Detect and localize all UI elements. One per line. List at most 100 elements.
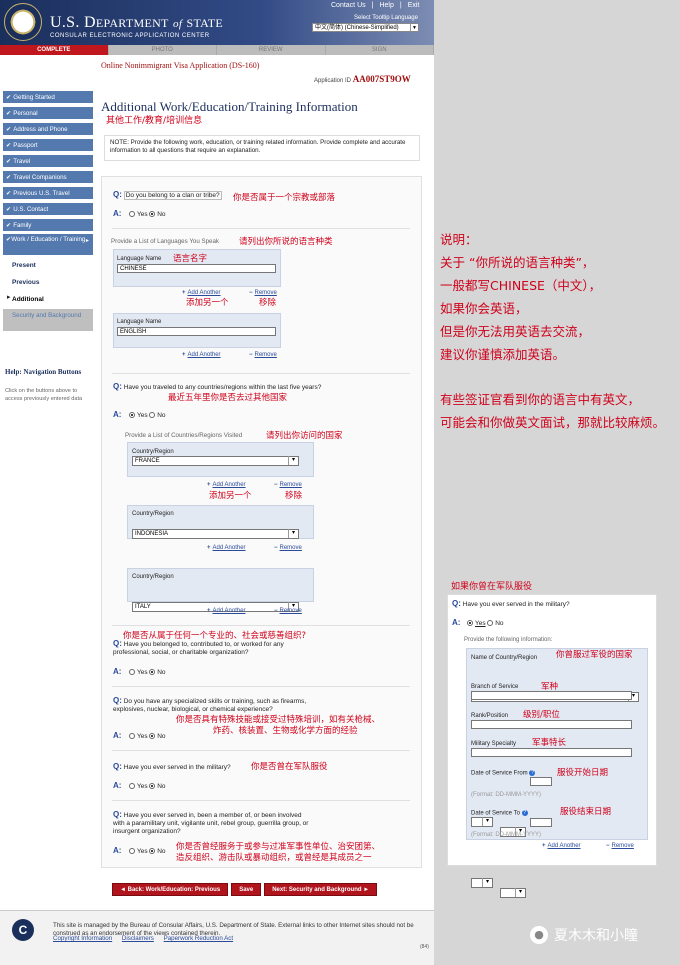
- to-month-select[interactable]: [500, 888, 526, 898]
- rank-input[interactable]: [471, 720, 632, 729]
- radio-yes[interactable]: [129, 669, 136, 676]
- contact-us-link[interactable]: Contact Us: [331, 2, 366, 9]
- paperwork-link[interactable]: Paperwork Reduction Act: [164, 935, 233, 942]
- remove-country[interactable]: − Remove: [274, 545, 302, 551]
- radio-yes[interactable]: [129, 211, 136, 218]
- divider: [112, 373, 410, 374]
- radio-no[interactable]: [149, 211, 156, 218]
- explanation-line: 但是你无法用英语去交流，: [440, 324, 591, 339]
- radio-no[interactable]: [149, 412, 156, 419]
- remove-country[interactable]: − Remove: [274, 608, 302, 614]
- answer-clan: A: Yes No: [113, 209, 166, 218]
- help-icon[interactable]: ?: [521, 810, 528, 816]
- specialty-zh: 军事特长: [532, 738, 567, 748]
- back-button[interactable]: ◄ Back: Work/Education: Previous: [112, 883, 229, 896]
- separator: |: [399, 2, 402, 9]
- tooltip-language-label: Select Tooltip Language: [354, 15, 418, 21]
- divider: [112, 686, 410, 687]
- sidebar-item-passport[interactable]: ✔ Passport: [3, 139, 93, 152]
- next-button[interactable]: Next: Security and Background ►: [264, 883, 378, 896]
- minus-icon: −: [274, 608, 278, 614]
- language-input[interactable]: CHINESE: [117, 264, 276, 273]
- radio-yes[interactable]: [129, 848, 136, 855]
- sidebar-item-us-contact[interactable]: ✔ U.S. Contact: [3, 203, 93, 216]
- from-zh: 服役开始日期: [557, 768, 609, 778]
- add-another-service[interactable]: + Add Another: [542, 843, 581, 849]
- disclaimers-link[interactable]: Disclaimers: [122, 935, 154, 942]
- sidebar-sub-additional[interactable]: Additional: [12, 296, 44, 303]
- help-link[interactable]: Help: [379, 2, 393, 9]
- check-icon: ✔: [6, 158, 12, 165]
- minus-icon: −: [274, 545, 278, 551]
- sidebar-item-travel-companions[interactable]: ✔ Travel Companions: [3, 171, 93, 184]
- radio-yes[interactable]: [467, 620, 474, 627]
- country-label: Country/Region: [132, 449, 174, 455]
- plus-icon: +: [542, 843, 546, 849]
- sidebar-sub-present[interactable]: Present: [12, 262, 36, 269]
- radio-yes[interactable]: [129, 733, 136, 740]
- add-zh: 添加另一个: [186, 298, 229, 308]
- specialty-label: Military Specialty: [471, 741, 517, 747]
- add-another-language[interactable]: + Add Another: [182, 352, 221, 358]
- branch-input[interactable]: [471, 691, 632, 700]
- remove-country[interactable]: − Remove: [274, 482, 302, 488]
- remove-zh: 移除: [259, 298, 277, 308]
- answer-military: A: Yes No: [113, 781, 166, 790]
- to-year-input[interactable]: [530, 818, 552, 827]
- radio-no[interactable]: [487, 620, 494, 627]
- question-clan: Q: Do you belong to a clan or tribe?: [113, 190, 222, 200]
- sidebar-item-family[interactable]: ✔ Family: [3, 219, 93, 232]
- sidebar-item-work-education[interactable]: ✔Work / Education / Training ▸: [3, 234, 93, 255]
- from-day-select[interactable]: [471, 817, 493, 827]
- help-icon[interactable]: ?: [529, 770, 536, 776]
- department-title: U.S. DEPARTMENT of STATE: [50, 14, 224, 31]
- answer-skills: A: Yes No: [113, 731, 166, 740]
- progress-complete: COMPLETE: [0, 45, 109, 55]
- exit-link[interactable]: Exit: [408, 2, 420, 9]
- explanation: 说明： 关于 “你所说的语言种类”， 一般都写CHINESE（中文）， 如果你会…: [440, 228, 680, 434]
- note-box: NOTE: Provide the following work, educat…: [104, 135, 420, 161]
- radio-no[interactable]: [149, 848, 156, 855]
- radio-no[interactable]: [149, 669, 156, 676]
- copyright-link[interactable]: Copyright Information: [53, 935, 112, 942]
- sidebar-item-security[interactable]: Security and Background: [3, 309, 93, 331]
- question-paramilitary-zh-2: 造反组织、游击队或暴动组织，或曾经是其成员之一: [176, 853, 372, 863]
- add-another-country[interactable]: + Add Another: [207, 482, 246, 488]
- sidebar-item-getting-started[interactable]: ✔ Getting Started: [3, 91, 93, 104]
- radio-no[interactable]: [149, 783, 156, 790]
- sidebar-item-address[interactable]: ✔ Address and Phone: [3, 123, 93, 136]
- specialty-input[interactable]: [471, 748, 632, 757]
- answer-travel: A: Yes No: [113, 410, 166, 419]
- to-day-select[interactable]: [471, 878, 493, 888]
- tooltip-language-select[interactable]: 中文(简体) (Chinese-Simplified) ▼: [312, 23, 419, 32]
- country-select[interactable]: FRANCE: [132, 456, 299, 466]
- plus-icon: +: [207, 482, 211, 488]
- remove-service[interactable]: − Remove: [606, 843, 634, 849]
- explanation-line: 一般都写CHINESE（中文），: [440, 278, 602, 293]
- language-input[interactable]: ENGLISH: [117, 327, 276, 336]
- chevron-right-icon: ▸: [85, 237, 89, 244]
- sidebar-item-travel[interactable]: ✔ Travel: [3, 155, 93, 168]
- save-button[interactable]: Save: [231, 883, 262, 896]
- from-format: (Format: DD-MMM-YYYY): [471, 792, 541, 798]
- country-select[interactable]: INDONESIA: [132, 529, 299, 539]
- sidebar-item-personal[interactable]: ✔ Personal: [3, 107, 93, 120]
- to-format: (Format: DD-MMM-YYYY): [471, 832, 541, 838]
- sidebar-sub-previous[interactable]: Previous: [12, 279, 39, 286]
- remove-language[interactable]: − Remove: [249, 352, 277, 358]
- separator: |: [371, 2, 374, 9]
- to-zh: 服役结束日期: [560, 807, 612, 817]
- radio-yes[interactable]: [129, 412, 136, 419]
- progress-photo: PHOTO: [109, 45, 217, 55]
- divider: [112, 750, 410, 751]
- plus-icon: +: [182, 352, 186, 358]
- add-another-country[interactable]: + Add Another: [207, 545, 246, 551]
- add-another-country[interactable]: + Add Another: [207, 608, 246, 614]
- from-year-input[interactable]: [530, 777, 552, 786]
- consular-logo: C: [12, 919, 34, 941]
- radio-yes[interactable]: [129, 783, 136, 790]
- version: (84): [420, 944, 429, 950]
- progress-review: REVIEW: [217, 45, 326, 55]
- radio-no[interactable]: [149, 733, 156, 740]
- sidebar-item-previous-travel[interactable]: ✔ Previous U.S. Travel: [3, 187, 93, 200]
